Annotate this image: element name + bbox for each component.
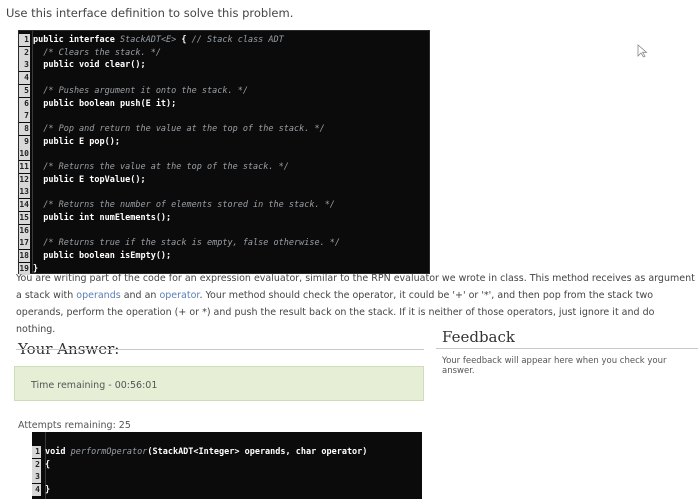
code-token: public E topValue();: [33, 174, 146, 185]
code-text: /* Pushes argument it onto the stack. */: [33, 85, 248, 97]
code-token: {: [45, 459, 51, 470]
code-line: 10: [19, 148, 429, 161]
line-number: 8: [19, 122, 30, 135]
line-number: 17: [19, 237, 30, 250]
code-line: 9 public E pop();: [19, 135, 429, 148]
line-number: 14: [19, 199, 30, 212]
code-line: 2 /* Clears the stack. */: [19, 46, 429, 59]
line-number: 1: [19, 34, 30, 46]
line-number: 6: [19, 97, 30, 110]
code-line: 11 /* Returns the value at the top of th…: [19, 161, 429, 173]
code-line[interactable]: 1 void performOperator(StackADT<Integer> …: [32, 446, 422, 458]
interface-code-panel: 1 public interface StackADT<E> { // Stack…: [18, 30, 430, 275]
code-line: 5 /* Pushes argument it onto the stack. …: [19, 84, 429, 97]
code-text: public E pop();: [33, 136, 120, 148]
code-text: /* Returns the value at the top of the s…: [33, 161, 289, 173]
line-number: 15: [19, 211, 30, 224]
code-line: 16: [19, 224, 429, 237]
code-token: public E pop();: [33, 136, 120, 147]
line-number: 1: [32, 446, 41, 458]
code-token: void: [45, 447, 71, 457]
line-number: 7: [19, 110, 30, 123]
code-line: 15 public int numElements();: [19, 211, 429, 224]
code-token: public int numElements();: [33, 212, 172, 223]
attempts-remaining: Attempts remaining: 25: [18, 420, 131, 431]
line-number: 4: [19, 72, 30, 85]
code-text[interactable]: void performOperator(StackADT<Integer> o…: [45, 446, 367, 458]
code-line: 1 public interface StackADT<E> { // Stack…: [19, 34, 429, 46]
line-number: 2: [32, 458, 41, 471]
code-token: /* Clears the stack. */: [33, 47, 161, 58]
code-token: public boolean push(E it);: [33, 98, 177, 109]
code-text: public boolean push(E it);: [33, 98, 176, 110]
feedback-divider: [436, 348, 698, 349]
code-token: {: [176, 35, 192, 45]
code-token: /* Returns the number of elements stored…: [33, 200, 335, 211]
intro-text: Use this interface definition to solve t…: [6, 6, 294, 20]
code-line: 8 /* Pop and return the value at the top…: [19, 122, 429, 135]
code-text: public E topValue();: [33, 174, 146, 186]
line-number: 3: [32, 471, 41, 483]
mouse-pointer-icon: [637, 44, 648, 58]
code-line: 12 public E topValue();: [19, 173, 429, 186]
answer-divider: [16, 349, 424, 350]
line-number: 13: [19, 186, 30, 199]
code-text: public interface StackADT<E> { // Stack …: [33, 34, 284, 46]
code-token: /* Pop and return the value at the top o…: [33, 123, 325, 134]
time-remaining: Time remaining - 00:56:01: [31, 380, 158, 391]
code-line: 4: [19, 72, 429, 85]
line-number: 2: [19, 46, 30, 59]
code-token: /* Returns the value at the top of the s…: [33, 162, 289, 172]
feedback-heading: Feedback: [442, 328, 515, 346]
code-token: public boolean isEmpty();: [33, 250, 172, 261]
code-token: performOperator: [70, 447, 148, 457]
code-text[interactable]: {: [45, 459, 50, 471]
code-line: 13: [19, 186, 429, 199]
code-token: public interface: [33, 35, 120, 45]
code-line[interactable]: 3: [32, 471, 422, 483]
code-text: /* Returns true if the stack is empty, f…: [33, 237, 340, 249]
code-line[interactable]: 2{: [32, 458, 422, 471]
code-line: 3 public void clear();: [19, 59, 429, 72]
line-number: 3: [19, 59, 30, 72]
line-number: 10: [19, 148, 30, 161]
line-number: 18: [19, 249, 30, 262]
code-text: /* Returns the number of elements stored…: [33, 199, 335, 211]
problem-description: You are writing part of the code for an …: [16, 273, 695, 335]
code-line: 7: [19, 110, 429, 123]
line-number: 12: [19, 173, 30, 186]
code-line: 6 public boolean push(E it);: [19, 97, 429, 110]
code-token: }: [45, 484, 51, 495]
code-token: /* Returns true if the stack is empty, f…: [33, 238, 341, 249]
line-number: 5: [19, 84, 30, 97]
line-number: 16: [19, 224, 30, 237]
code-line: 17 /* Returns true if the stack is empty…: [19, 237, 429, 250]
operands-variable: operands: [76, 290, 121, 301]
operator-variable: operator: [159, 290, 200, 301]
code-text: public int numElements();: [33, 212, 171, 224]
code-token: // Stack class ADT: [191, 35, 284, 45]
code-token: public void clear();: [33, 60, 146, 71]
code-text: public void clear();: [33, 59, 146, 71]
code-text: /* Clears the stack. */: [33, 47, 161, 59]
code-token: StackADT<E>: [120, 35, 177, 45]
code-text[interactable]: }: [45, 484, 50, 496]
code-line: 18 public boolean isEmpty();: [19, 249, 429, 262]
line-number: 9: [19, 135, 30, 148]
line-number: 4: [32, 483, 41, 496]
code-line[interactable]: 4}: [32, 483, 422, 496]
code-line: 14 /* Returns the number of elements sto…: [19, 199, 429, 212]
answer-code-editor[interactable]: 1 void performOperator(StackADT<Integer> …: [32, 432, 422, 499]
code-text: /* Pop and return the value at the top o…: [33, 123, 325, 135]
timer-panel: Time remaining - 00:56:01: [14, 366, 424, 401]
line-number: 11: [19, 161, 30, 173]
code-token: /* Pushes argument it onto the stack. */: [33, 85, 248, 96]
code-text: public boolean isEmpty();: [33, 250, 171, 262]
code-token: (StackADT<Integer> operands, char operat…: [147, 447, 368, 457]
feedback-message: Your feedback will appear here when you …: [442, 356, 667, 376]
